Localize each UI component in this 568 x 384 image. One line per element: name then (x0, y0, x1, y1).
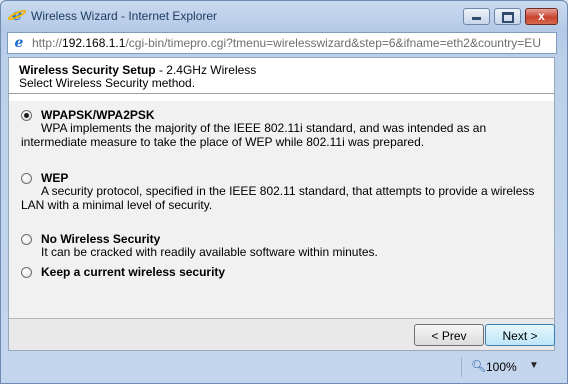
page-header: Wireless Security Setup - 2.4GHz Wireles… (19, 64, 256, 90)
internet-explorer-page-icon: e (14, 35, 24, 51)
maximize-icon (501, 12, 514, 23)
wizard-footer: < Prev Next > (9, 318, 555, 350)
title-bar[interactable]: e Wireless Wizard - Internet Explorer x (1, 1, 567, 31)
security-options: WPAPSK/WPA2PSK WPA implements the majori… (9, 101, 554, 318)
option-description: A security protocol, specified in the IE… (21, 184, 535, 212)
zoom-dropdown-icon[interactable]: ▼ (529, 360, 539, 371)
address-bar[interactable]: e http://192.168.1.1/cgi-bin/timepro.cgi… (7, 32, 557, 54)
option-description: It can be cracked with readily available… (41, 245, 378, 259)
internet-explorer-icon: e (9, 7, 25, 23)
zoom-level[interactable]: 100% (486, 360, 517, 374)
status-bar: 🔍︎ 100% ▼ (1, 353, 567, 383)
address-url[interactable]: http://192.168.1.1/cgi-bin/timepro.cgi?t… (32, 36, 541, 50)
next-button[interactable]: Next > (485, 324, 555, 346)
address-path: /cgi-bin/timepro.cgi?tmenu=wirelesswizar… (125, 36, 541, 50)
page-instruction: Select Wireless Security method. (19, 76, 196, 90)
option-label[interactable]: WPAPSK/WPA2PSK (41, 108, 155, 122)
page-content: Wireless Security Setup - 2.4GHz Wireles… (8, 57, 555, 351)
prev-button[interactable]: < Prev (414, 324, 484, 346)
address-host: 192.168.1.1 (62, 36, 126, 50)
option-label[interactable]: Keep a current wireless security (41, 265, 225, 279)
minimize-button[interactable] (463, 8, 490, 25)
close-button[interactable]: x (525, 8, 558, 25)
window-title: Wireless Wizard - Internet Explorer (31, 9, 218, 23)
minimize-icon (472, 17, 481, 20)
radio-wep[interactable] (21, 173, 32, 184)
radio-no-security[interactable] (21, 234, 32, 245)
status-divider (461, 357, 462, 377)
radio-keep-current[interactable] (21, 267, 32, 278)
option-description: WPA implements the majority of the IEEE … (21, 121, 487, 149)
zoom-icon[interactable]: 🔍︎ (471, 360, 486, 372)
close-icon: x (538, 9, 545, 23)
page-title: Wireless Security Setup (19, 63, 156, 77)
option-label[interactable]: WEP (41, 171, 68, 185)
maximize-button[interactable] (494, 8, 521, 25)
page-subtitle: - 2.4GHz Wireless (155, 63, 257, 77)
option-label[interactable]: No Wireless Security (41, 232, 160, 246)
browser-window: e Wireless Wizard - Internet Explorer x … (0, 0, 568, 384)
header-divider (9, 93, 554, 94)
radio-wpapsk[interactable] (21, 110, 32, 121)
